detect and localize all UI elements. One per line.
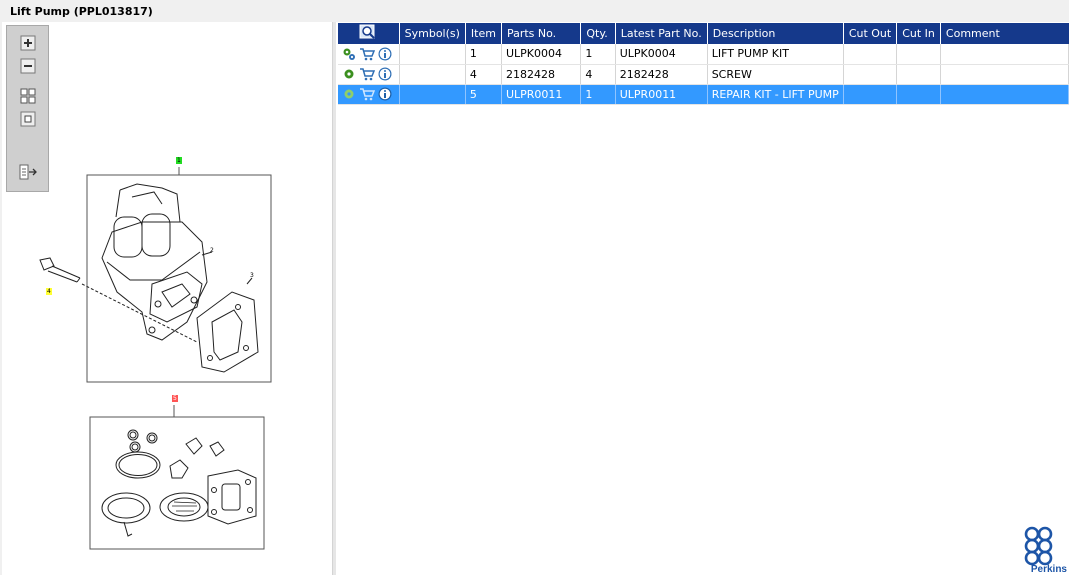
cell-qty: 1 [580, 44, 616, 65]
cell-qty: 1 [580, 84, 616, 105]
drawing-viewer[interactable]: 1 2 3 4 5 [2, 22, 332, 575]
cell-symbols [399, 44, 466, 65]
callout-item4[interactable]: 4 [46, 288, 52, 295]
column-header-part-no[interactable]: Parts No. [501, 23, 582, 44]
column-header-latest-part-no[interactable]: Latest Part No. [615, 23, 708, 44]
table-row[interactable]: 1 ULPK0004 1 ULPK0004 LIFT PUMP KIT [338, 44, 1069, 65]
cell-latest-part-no: 2182428 [615, 64, 708, 85]
column-header-description[interactable]: Description [707, 23, 844, 44]
cell-cut-out [843, 64, 898, 85]
cell-description: LIFT PUMP KIT [707, 44, 844, 65]
zoom-toolbar [6, 25, 49, 192]
cell-cut-out [843, 84, 898, 105]
column-header-cut-in[interactable]: Cut In [896, 23, 941, 44]
column-header-item[interactable]: Item [465, 23, 502, 44]
cell-symbols [399, 64, 466, 85]
cell-description: SCREW [707, 64, 844, 85]
table-row[interactable]: 4 2182428 4 2182428 SCREW [338, 64, 1069, 85]
parts-table: Symbol(s) Item Parts No. Qty. Latest Par… [338, 23, 1069, 105]
cart-icon[interactable] [359, 47, 375, 61]
cell-item: 5 [465, 84, 502, 105]
cell-comment [940, 44, 1069, 65]
column-header-symbols[interactable]: Symbol(s) [399, 23, 466, 44]
cell-item: 1 [465, 44, 502, 65]
gears-icon[interactable] [342, 47, 356, 61]
cart-icon[interactable] [359, 87, 375, 101]
callout-item2[interactable]: 2 [209, 247, 215, 254]
gear-icon[interactable] [342, 67, 356, 81]
cell-symbols [399, 84, 466, 105]
info-icon[interactable] [378, 67, 392, 81]
table-header-row: Symbol(s) Item Parts No. Qty. Latest Par… [338, 23, 1069, 44]
column-header-comment[interactable]: Comment [940, 23, 1069, 44]
column-header-cut-out[interactable]: Cut Out [843, 23, 898, 44]
window-title: Lift Pump (PPL013817) [0, 0, 1069, 22]
callout-item3[interactable]: 3 [249, 272, 255, 279]
row-actions [338, 84, 400, 105]
cell-part-no: ULPR0011 [501, 84, 582, 105]
row-actions [338, 64, 400, 85]
zoom-in-icon[interactable] [18, 34, 38, 52]
gear-icon[interactable] [342, 87, 356, 101]
cell-item: 4 [465, 64, 502, 85]
cell-part-no: 2182428 [501, 64, 582, 85]
callout-item1[interactable]: 1 [176, 157, 182, 164]
magnifier-icon[interactable] [359, 24, 377, 40]
row-actions [338, 44, 400, 65]
exploded-drawing [39, 167, 272, 550]
cell-cut-in [896, 84, 941, 105]
cell-comment [940, 84, 1069, 105]
zoom-out-icon[interactable] [18, 57, 38, 75]
cell-part-no: ULPK0004 [501, 44, 582, 65]
info-icon[interactable] [378, 87, 392, 101]
export-icon[interactable] [18, 163, 38, 181]
cell-description: REPAIR KIT - LIFT PUMP [707, 84, 844, 105]
column-header-actions[interactable] [338, 23, 400, 44]
info-icon[interactable] [378, 47, 392, 61]
table-row-selected[interactable]: 5 ULPR0011 1 ULPR0011 REPAIR KIT - LIFT … [338, 84, 1069, 105]
fit-all-icon[interactable] [18, 87, 38, 105]
brand-name: Perkins [1030, 564, 1067, 575]
cart-icon[interactable] [359, 67, 375, 81]
cell-comment [940, 64, 1069, 85]
cell-qty: 4 [580, 64, 616, 85]
fit-window-icon[interactable] [18, 110, 38, 128]
callout-item5[interactable]: 5 [172, 395, 178, 402]
column-header-qty[interactable]: Qty. [580, 23, 616, 44]
cell-cut-in [896, 64, 941, 85]
cell-latest-part-no: ULPK0004 [615, 44, 708, 65]
cell-cut-in [896, 44, 941, 65]
parts-list-pane: Symbol(s) Item Parts No. Qty. Latest Par… [336, 22, 1069, 575]
cell-latest-part-no: ULPR0011 [615, 84, 708, 105]
cell-cut-out [843, 44, 898, 65]
